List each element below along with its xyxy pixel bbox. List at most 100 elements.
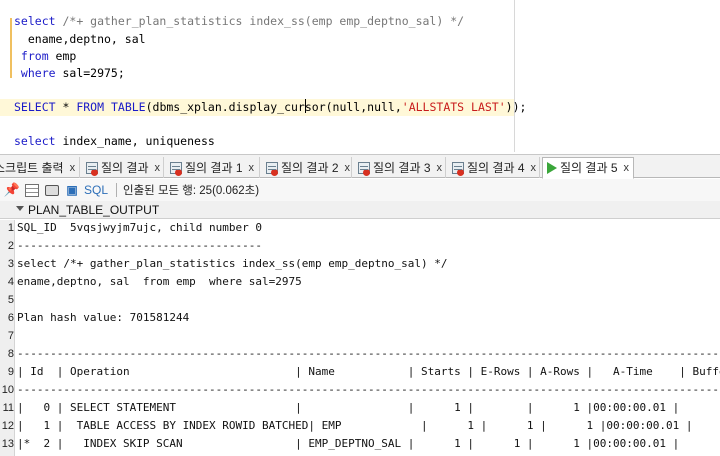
- code-token: ));: [505, 100, 527, 114]
- table-row[interactable]: 1 SQL_ID 5vqsjwyjm7ujc, child number 0: [0, 219, 720, 237]
- table-row[interactable]: 4 ename,deptno, sal from emp where sal=29…: [0, 273, 720, 291]
- plan-output-cell[interactable]: | 0 | SELECT STATEMENT | | 1 | | 1 |00:0…: [17, 399, 720, 417]
- code-token: TABLE: [110, 100, 146, 114]
- result-toolbar: 📌 ▣ SQL 인출된 모든 행: 25(0.062초): [0, 179, 720, 201]
- tab-label: 질의 결과 2: [281, 160, 339, 175]
- tab-result-5[interactable]: 질의 결과 4 x: [448, 157, 540, 178]
- code-token: index_name, uniqueness: [55, 134, 215, 148]
- code-line[interactable]: select /*+ gather_plan_statistics index_…: [14, 13, 464, 30]
- row-number: 6: [7, 312, 14, 324]
- result-grid[interactable]: PLAN_TABLE_OUTPUT 1 SQL_ID 5vqsjwyjm7ujc,…: [0, 201, 720, 456]
- plan-output-cell[interactable]: SQL_ID 5vqsjwyjm7ujc, child number 0: [17, 219, 262, 237]
- table-row[interactable]: 5: [0, 291, 720, 309]
- error-badge-icon: [91, 168, 98, 176]
- close-tab-icon[interactable]: x: [249, 158, 255, 178]
- error-badge-icon: [175, 168, 182, 176]
- code-line[interactable]: SELECT * FROM TABLE(dbms_xplan.display_c…: [0, 99, 526, 116]
- tab-label: 질의 결과 1: [185, 160, 243, 175]
- table-row[interactable]: 11 | 0 | SELECT STATEMENT | | 1 | | 1 |00…: [0, 399, 720, 417]
- table-row[interactable]: 12 | 1 | TABLE ACCESS BY INDEX ROWID BATC…: [0, 417, 720, 435]
- table-row[interactable]: 9 | Id | Operation | Name | Starts | E-Ro…: [0, 363, 720, 381]
- tab-label: 질의 결과 5: [560, 161, 618, 175]
- plan-output-cell[interactable]: Plan hash value: 701581244: [17, 309, 189, 327]
- code-token: select: [14, 134, 56, 148]
- code-token: FROM: [76, 100, 105, 114]
- table-row[interactable]: 13 |* 2 | INDEX SKIP SCAN | EMP_DEPTNO_SA…: [0, 435, 720, 453]
- plan-output-cell[interactable]: ----------------------------------------…: [17, 345, 720, 363]
- grid-refresh-icon: [25, 183, 39, 197]
- row-number: 7: [7, 330, 14, 342]
- plan-output-cell[interactable]: ----------------------------------------…: [17, 381, 720, 399]
- plan-output-cell[interactable]: | 1 | TABLE ACCESS BY INDEX ROWID BATCHE…: [17, 417, 720, 435]
- close-tab-icon[interactable]: x: [531, 158, 537, 178]
- print-button[interactable]: [44, 182, 60, 198]
- tab-result-4[interactable]: 질의 결과 3 x: [354, 157, 446, 178]
- code-line[interactable]: ename,deptno, sal: [14, 31, 146, 48]
- editor-right-margin: [514, 0, 515, 152]
- close-tab-icon[interactable]: x: [624, 158, 630, 178]
- tab-result-0[interactable]: 스크립트 출력 x: [0, 157, 80, 178]
- column-title-plan-table-output[interactable]: PLAN_TABLE_OUTPUT: [28, 201, 159, 219]
- table-row[interactable]: 3 select /*+ gather_plan_statistics index…: [0, 255, 720, 273]
- code-token: sor(null,null,: [304, 100, 402, 114]
- run-icon: [547, 162, 557, 174]
- code-token: /*+ gather_plan_statistics index_ss(emp …: [55, 14, 465, 28]
- toolbar-separator: [116, 183, 118, 197]
- row-number: 1: [7, 222, 14, 234]
- code-token: sal=2975;: [55, 66, 125, 80]
- row-number: 11: [2, 402, 14, 414]
- tab-result-2[interactable]: 질의 결과 1 x: [166, 157, 260, 178]
- row-number: 3: [7, 258, 14, 270]
- code-token: *: [55, 100, 77, 114]
- table-row[interactable]: 6 Plan hash value: 701581244: [0, 309, 720, 327]
- grid-column-header[interactable]: PLAN_TABLE_OUTPUT: [0, 201, 720, 219]
- tab-label: 질의 결과: [101, 160, 149, 175]
- code-token: from: [14, 49, 49, 63]
- tab-query-result-5[interactable]: 질의 결과 5 x: [542, 157, 634, 179]
- sql-icon[interactable]: ▣: [64, 182, 80, 198]
- table-row[interactable]: 10 --------------------------------------…: [0, 381, 720, 399]
- code-token: ename,deptno, sal: [14, 32, 146, 46]
- table-row[interactable]: 8 ---------------------------------------…: [0, 345, 720, 363]
- close-tab-icon[interactable]: x: [70, 158, 76, 178]
- code-line[interactable]: from emp: [14, 48, 76, 65]
- error-badge-icon: [271, 168, 278, 176]
- sql-button-label[interactable]: SQL: [84, 183, 108, 197]
- table-row[interactable]: 7: [0, 327, 720, 345]
- result-error-icon: [452, 161, 464, 176]
- sql-editor[interactable]: select /*+ gather_plan_statistics index_…: [0, 0, 720, 152]
- plan-output-cell[interactable]: select /*+ gather_plan_statistics index_…: [17, 255, 447, 273]
- plan-output-cell[interactable]: |* 2 | INDEX SKIP SCAN | EMP_DEPTNO_SAL …: [17, 435, 720, 453]
- tab-label: 스크립트 출력: [0, 160, 64, 175]
- row-number: 9: [7, 366, 14, 378]
- code-line[interactable]: select index_name, uniqueness: [14, 133, 215, 150]
- tab-result-3[interactable]: 질의 결과 2 x: [262, 157, 352, 178]
- row-number: 8: [7, 348, 14, 360]
- plan-output-cell[interactable]: -------------------------------------: [17, 237, 262, 255]
- code-token: SELECT: [14, 100, 56, 114]
- plan-output-cell[interactable]: ename,deptno, sal from emp where sal=297…: [17, 273, 302, 291]
- row-number: 10: [1, 384, 14, 396]
- pin-icon[interactable]: 📌: [4, 182, 20, 198]
- row-number: 12: [1, 420, 14, 432]
- fetch-status-text: 인출된 모든 행: 25(0.062초): [123, 185, 260, 197]
- code-token: (dbms_xplan.display_cur: [145, 100, 305, 114]
- table-row[interactable]: 2 -------------------------------------: [0, 237, 720, 255]
- row-number: 5: [7, 294, 14, 306]
- close-tab-icon[interactable]: x: [437, 158, 443, 178]
- close-tab-icon[interactable]: x: [155, 158, 161, 178]
- code-line[interactable]: where sal=2975;: [14, 65, 125, 82]
- result-error-icon: [266, 161, 278, 176]
- result-error-icon: [170, 161, 182, 176]
- modified-lines-marker: [10, 18, 12, 78]
- refresh-grid-button[interactable]: [24, 182, 40, 198]
- result-error-icon: [358, 161, 370, 176]
- row-number: 4: [7, 276, 14, 288]
- plan-output-cell[interactable]: | Id | Operation | Name | Starts | E-Row…: [17, 363, 720, 381]
- tab-result-1[interactable]: 질의 결과 x: [82, 157, 164, 178]
- code-token: 'ALLSTATS LAST': [401, 100, 506, 114]
- print-icon: [45, 184, 59, 196]
- close-tab-icon[interactable]: x: [345, 158, 351, 178]
- row-number: 2: [7, 240, 14, 252]
